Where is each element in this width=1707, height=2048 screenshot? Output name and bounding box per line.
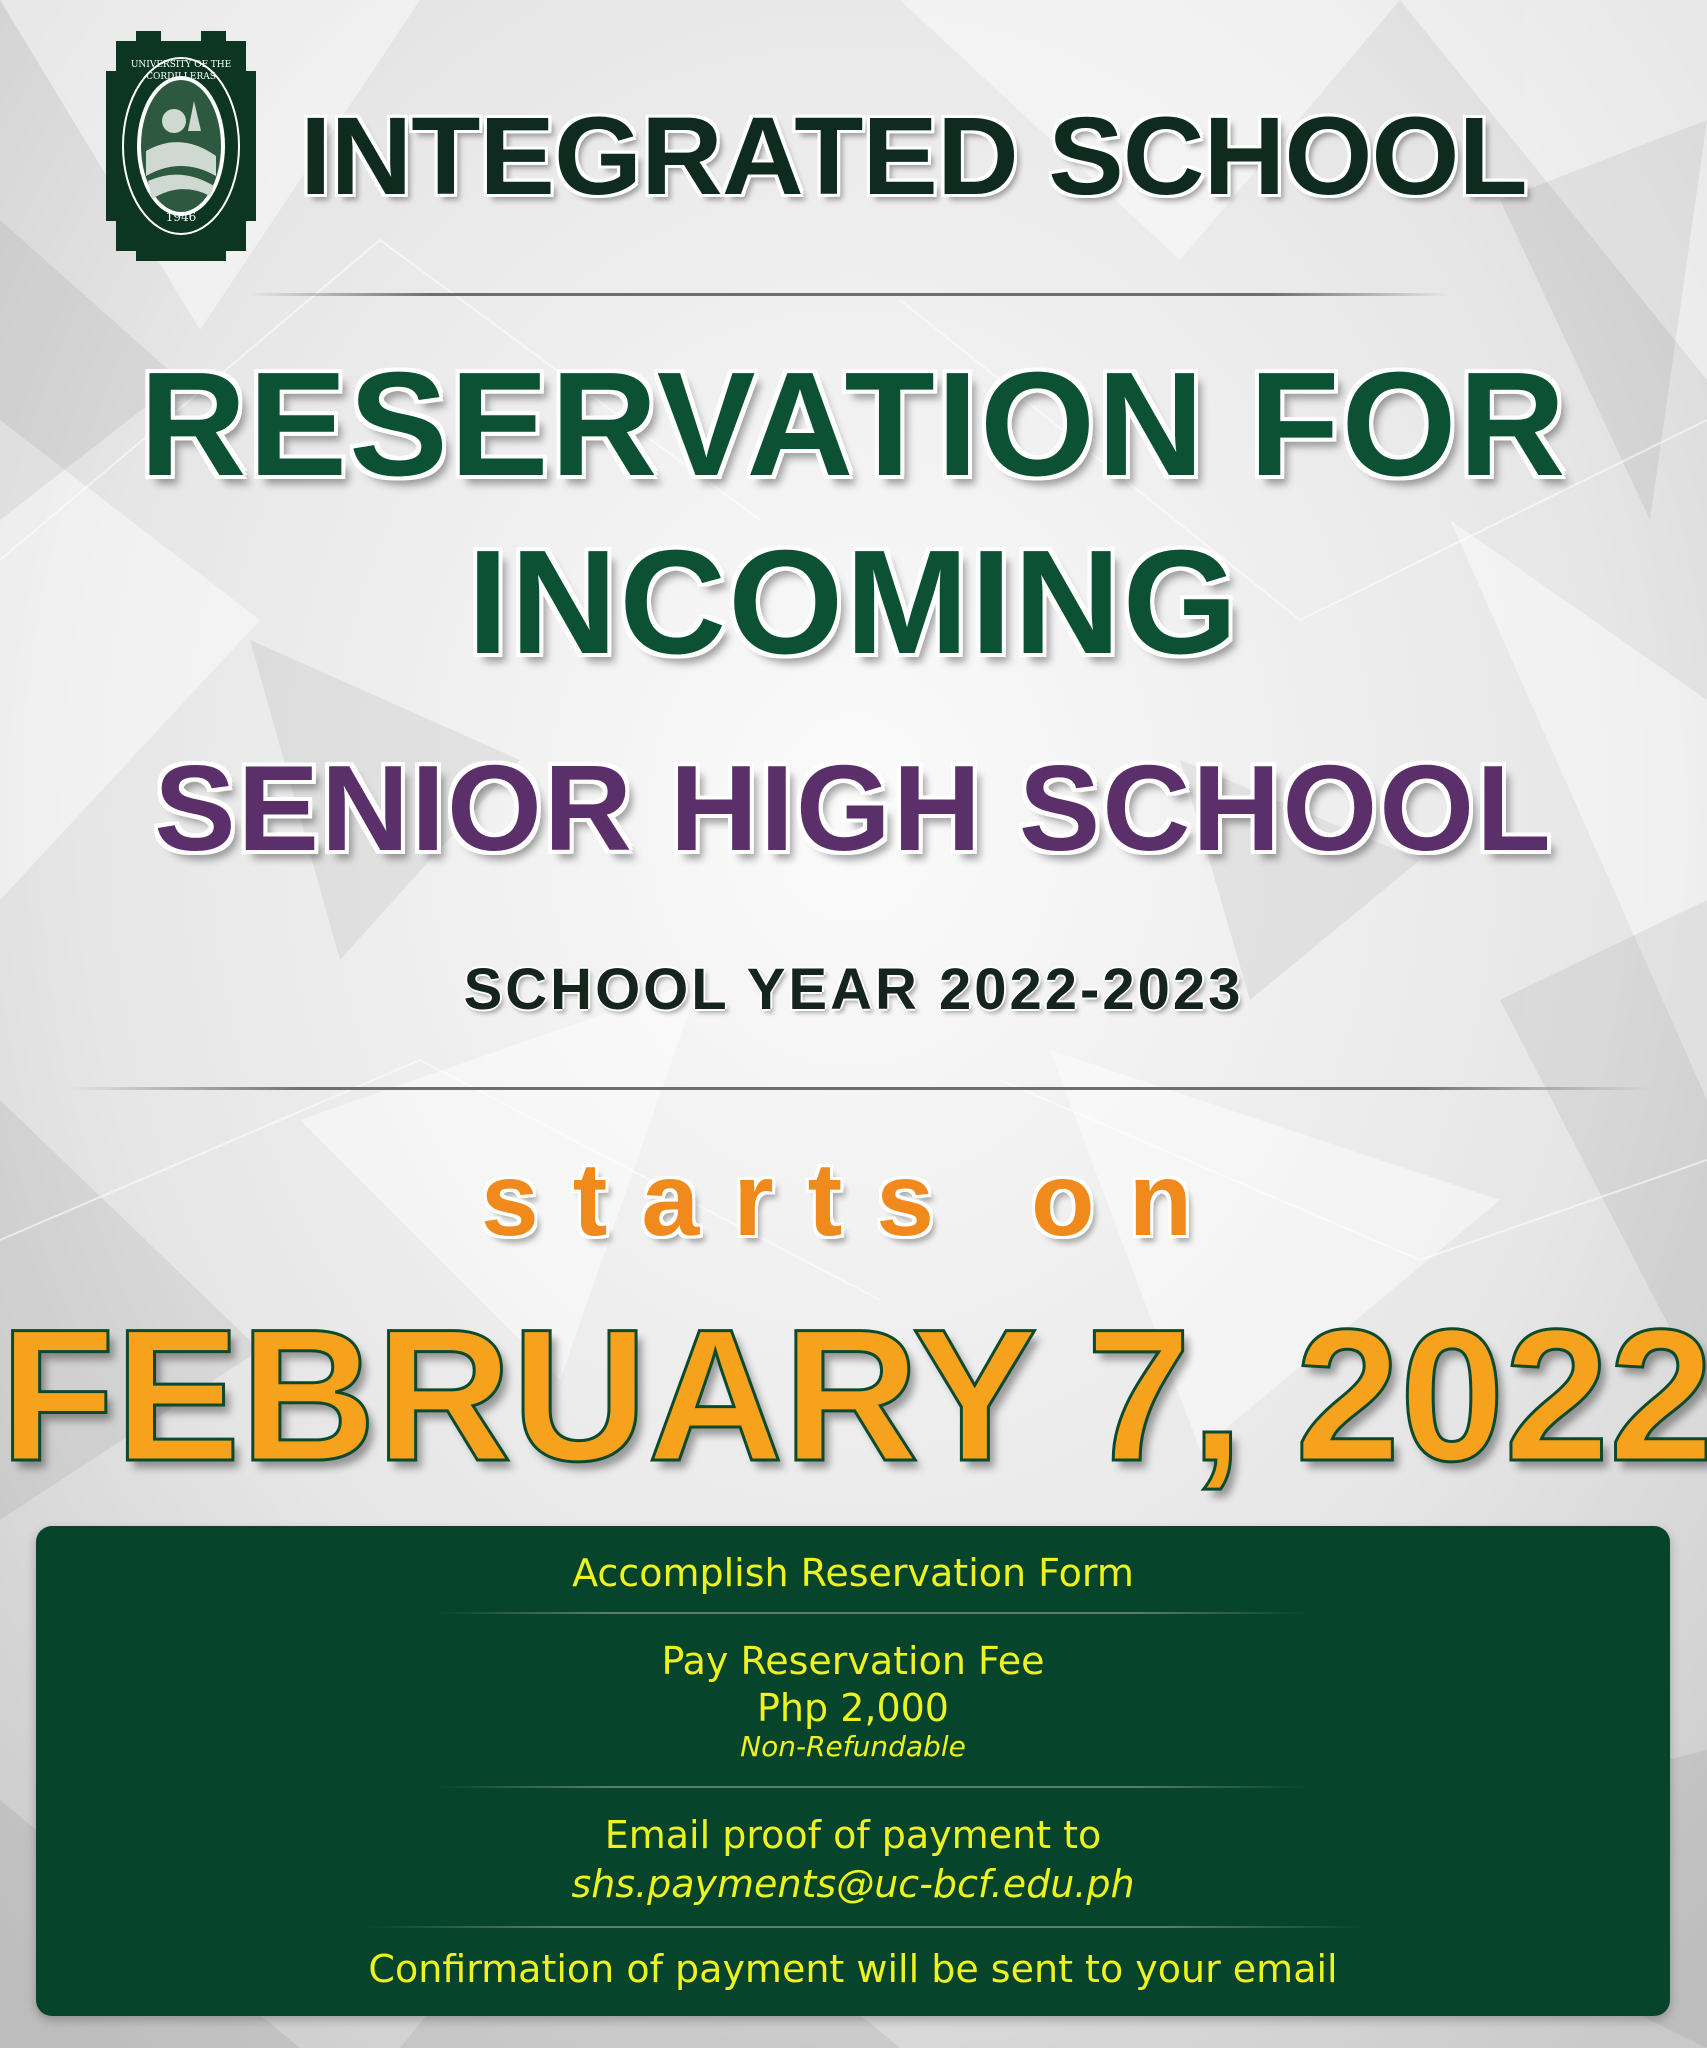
step-2-note: Non-Refundable — [740, 1730, 966, 1763]
step-2-amount: Php 2,000 — [757, 1686, 949, 1730]
school-title: INTEGRATED SCHOOL — [300, 95, 1528, 218]
reservation-steps-panel: Accomplish Reservation Form Pay Reservat… — [36, 1526, 1670, 2016]
headline-line-1: RESERVATION FOR — [139, 342, 1568, 507]
step-4: Confirmation of payment will be sent to … — [368, 1947, 1338, 1991]
step-3-title: Email proof of payment to — [604, 1813, 1102, 1857]
divider-middle — [70, 1087, 1650, 1090]
payment-email: shs.payments@uc-bcf.edu.ph — [571, 1862, 1135, 1906]
svg-text:1946: 1946 — [166, 210, 197, 224]
step-2-title: Pay Reservation Fee — [661, 1639, 1045, 1683]
svg-text:CORDILLERAS: CORDILLERAS — [146, 72, 216, 82]
divider-top — [250, 293, 1450, 296]
headline-line-3: SENIOR HIGH SCHOOL — [154, 740, 1553, 876]
svg-text:UNIVERSITY OF THE: UNIVERSITY OF THE — [131, 60, 231, 70]
step-1: Accomplish Reservation Form — [572, 1551, 1134, 1595]
starts-on-label: starts on — [480, 1142, 1227, 1258]
university-seal-logo: 1946 UNIVERSITY OF THE CORDILLERAS — [106, 31, 256, 261]
school-year: SCHOOL YEAR 2022-2023 — [463, 957, 1244, 1022]
step-divider-1 — [436, 1612, 1306, 1614]
start-date: FEBRUARY 7, 2022 — [0, 1289, 1707, 1502]
step-divider-3 — [366, 1926, 1366, 1928]
headline-line-2: INCOMING — [467, 520, 1240, 685]
step-divider-2 — [436, 1786, 1306, 1788]
